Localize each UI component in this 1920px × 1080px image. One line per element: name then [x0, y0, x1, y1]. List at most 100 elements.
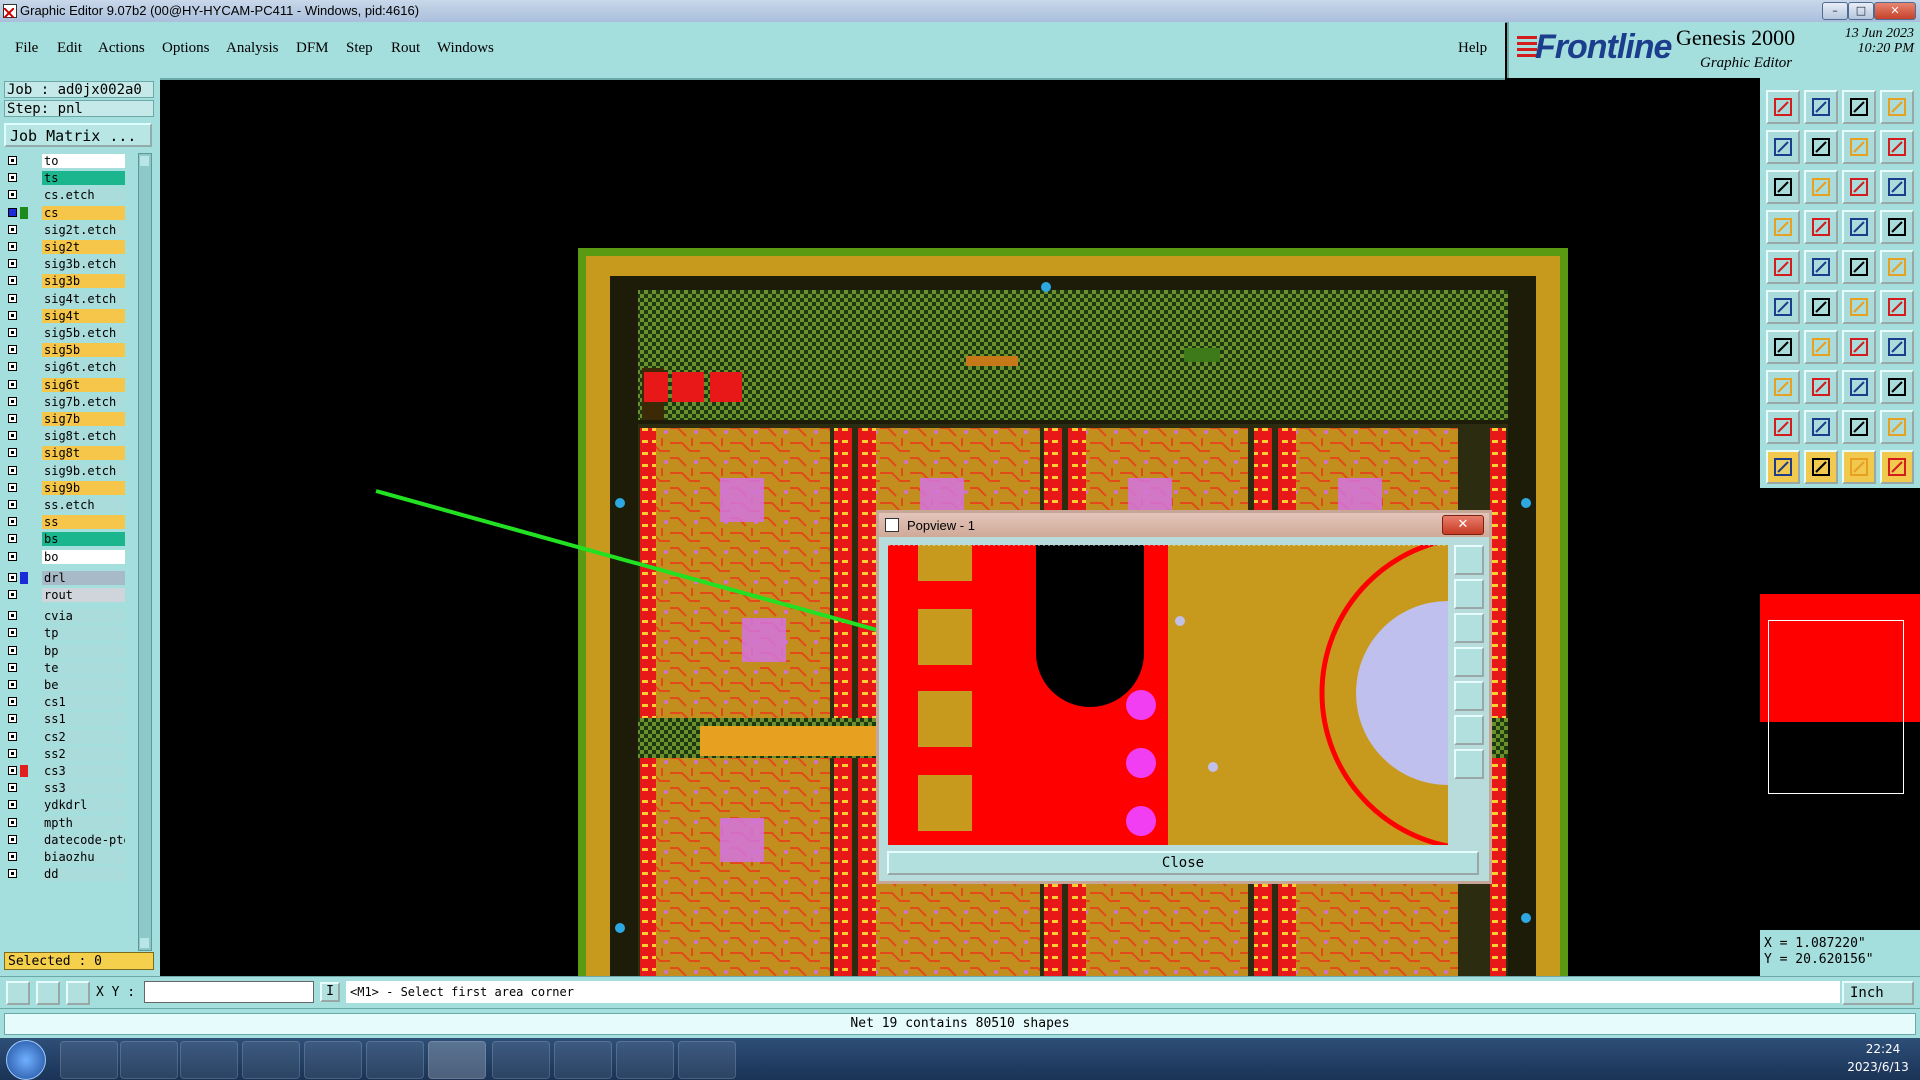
layer-name[interactable]: drl	[42, 570, 125, 585]
popview-title-bar[interactable]: Popview - 1 ✕	[879, 513, 1489, 537]
taskbar-app-4[interactable]	[242, 1041, 300, 1079]
layer-row[interactable]: bo	[4, 549, 125, 564]
layer-name[interactable]: sig6t.etch	[42, 360, 125, 375]
layer-name[interactable]: ss2	[42, 746, 125, 761]
pan-right-icon[interactable]	[1804, 130, 1838, 164]
menu-rout[interactable]: Rout	[391, 40, 420, 57]
layer-name[interactable]: bp	[42, 643, 125, 658]
menu-dfm[interactable]: DFM	[296, 40, 329, 57]
layer-checkbox[interactable]	[8, 448, 17, 458]
layer-row[interactable]: mpth	[4, 815, 125, 830]
layer-row[interactable]: sig6t.etch	[4, 360, 125, 375]
taskbar-app-6[interactable]	[366, 1041, 424, 1079]
layer-checkbox[interactable]	[8, 379, 17, 389]
layer-row[interactable]: biaozhu	[4, 850, 125, 864]
taskbar-app-2[interactable]	[120, 1041, 178, 1079]
layer-name[interactable]: sig6t	[42, 377, 125, 392]
zoom-to-fit-icon[interactable]	[1766, 170, 1800, 204]
layer-row[interactable]: sig8t.etch	[4, 429, 125, 444]
grid-mode-icon[interactable]	[66, 981, 90, 1005]
layer-name[interactable]: sig9b	[42, 480, 125, 495]
info-icon[interactable]: I	[320, 982, 340, 1002]
text-d-icon[interactable]	[1880, 410, 1914, 444]
layer-row[interactable]: be	[4, 678, 125, 692]
delete-icon[interactable]	[1804, 290, 1838, 324]
zoom-1-2-icon[interactable]	[1842, 170, 1876, 204]
layer-name[interactable]: bo	[42, 549, 125, 564]
taskbar-app-10[interactable]	[616, 1041, 674, 1079]
layer-row[interactable]: ydkdrl	[4, 798, 125, 813]
layer-checkbox[interactable]	[8, 534, 17, 544]
select-add-icon[interactable]	[1804, 450, 1838, 484]
layer-row[interactable]: rout	[4, 588, 125, 602]
layer-row[interactable]: ts	[4, 171, 125, 186]
layer-row[interactable]: sig2t.etch	[4, 222, 125, 237]
text-b-icon[interactable]	[1804, 410, 1838, 444]
layer-checkbox[interactable]	[8, 572, 17, 582]
layer-name[interactable]: mpth	[42, 815, 125, 830]
layer-name[interactable]: sig9b.etch	[42, 463, 125, 478]
layer-row[interactable]: ss2	[4, 746, 125, 761]
layer-row[interactable]: bs	[4, 532, 125, 547]
layer-name[interactable]: sig5b.etch	[42, 326, 125, 340]
help-icon[interactable]	[1880, 170, 1914, 204]
taskbar-app-5[interactable]	[304, 1041, 362, 1079]
circle-icon[interactable]	[1880, 250, 1914, 284]
layer-name[interactable]: sig3b.etch	[42, 257, 125, 272]
menu-actions[interactable]: Actions	[98, 40, 145, 57]
maximize-button[interactable]: □	[1848, 2, 1874, 20]
layer-name[interactable]: sig8t.etch	[42, 429, 125, 444]
layer-row[interactable]: sig3b.etch	[4, 257, 125, 272]
layer-checkbox[interactable]	[8, 396, 17, 406]
layer-checkbox[interactable]	[8, 817, 17, 827]
layer-name[interactable]: tp	[42, 626, 125, 641]
layer-checkbox[interactable]	[8, 834, 17, 844]
window-close-button[interactable]: ✕	[1874, 2, 1916, 20]
layer-name[interactable]: bs	[42, 532, 125, 547]
layer-row[interactable]: ss1	[4, 712, 125, 727]
layer-name[interactable]: rout	[42, 588, 125, 602]
grid-icon[interactable]	[1804, 210, 1838, 244]
menu-step[interactable]: Step	[346, 40, 373, 57]
layer-name[interactable]: sig4t.etch	[42, 291, 125, 306]
layer-checkbox[interactable]	[8, 731, 17, 741]
layer-checkbox[interactable]	[8, 431, 17, 441]
scroll-up-arrow[interactable]	[140, 156, 149, 166]
layer-name[interactable]: ss	[42, 515, 125, 530]
popview-zoom-home-button[interactable]	[1454, 545, 1484, 575]
layer-checkbox[interactable]	[8, 500, 17, 509]
layer-list-scrollbar[interactable]	[138, 153, 152, 951]
line-icon[interactable]	[1842, 250, 1876, 284]
select-move-icon[interactable]	[1880, 450, 1914, 484]
filter-list-icon[interactable]	[1880, 210, 1914, 244]
menu-file[interactable]: File	[15, 40, 38, 57]
layer-checkbox[interactable]	[8, 645, 17, 655]
layer-checkbox[interactable]	[8, 662, 17, 672]
layout-icon[interactable]	[1880, 90, 1914, 124]
select-remove-icon[interactable]	[1842, 450, 1876, 484]
layer-name[interactable]: sig8t	[42, 446, 125, 461]
layer-row[interactable]: cs1	[4, 695, 125, 710]
layer-checkbox[interactable]	[8, 783, 17, 793]
layer-name[interactable]: biaozhu	[42, 850, 125, 864]
layer-row[interactable]: sig5b	[4, 343, 125, 358]
layer-row[interactable]: cs2	[4, 729, 125, 744]
layer-name[interactable]: sig7b.etch	[42, 394, 125, 409]
layer-row[interactable]: cvia	[4, 609, 125, 624]
layer-row[interactable]: to	[4, 154, 125, 168]
layer-name[interactable]: ts	[42, 171, 125, 186]
split-icon[interactable]	[1766, 370, 1800, 404]
menu-options[interactable]: Options	[162, 40, 210, 57]
menu-edit[interactable]: Edit	[57, 40, 82, 57]
layer-row[interactable]: dd	[4, 867, 125, 882]
connect-icon[interactable]	[1880, 290, 1914, 324]
pad-icon[interactable]	[1766, 250, 1800, 284]
layer-checkbox[interactable]	[8, 590, 17, 599]
taskbar-app-3[interactable]	[180, 1041, 238, 1079]
layer-checkbox[interactable]	[8, 224, 17, 234]
layer-name[interactable]: to	[42, 154, 125, 168]
layer-checkbox[interactable]	[8, 766, 17, 775]
job-matrix-button[interactable]: Job Matrix ...	[4, 123, 152, 147]
layer-row[interactable]: sig8t	[4, 446, 125, 461]
layer-checkbox[interactable]	[8, 259, 17, 269]
